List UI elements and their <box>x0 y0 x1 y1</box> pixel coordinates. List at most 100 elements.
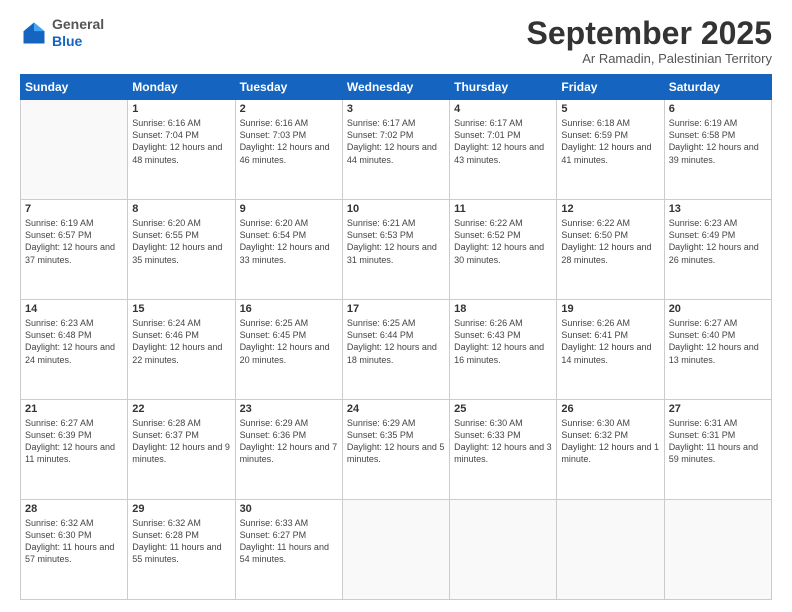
cell-info: Sunrise: 6:30 AM Sunset: 6:32 PM Dayligh… <box>561 417 659 466</box>
day-number: 17 <box>347 303 445 315</box>
table-row: 19 Sunrise: 6:26 AM Sunset: 6:41 PM Dayli… <box>557 300 664 400</box>
cell-info: Sunrise: 6:27 AM Sunset: 6:40 PM Dayligh… <box>669 317 767 366</box>
table-row: 13 Sunrise: 6:23 AM Sunset: 6:49 PM Dayli… <box>664 200 771 300</box>
table-row: 4 Sunrise: 6:17 AM Sunset: 7:01 PM Daylig… <box>450 100 557 200</box>
day-number: 20 <box>669 303 767 315</box>
cell-info: Sunrise: 6:25 AM Sunset: 6:45 PM Dayligh… <box>240 317 338 366</box>
logo-text: General Blue <box>52 16 104 50</box>
cell-info: Sunrise: 6:28 AM Sunset: 6:37 PM Dayligh… <box>132 417 230 466</box>
cell-info: Sunrise: 6:25 AM Sunset: 6:44 PM Dayligh… <box>347 317 445 366</box>
cell-info: Sunrise: 6:20 AM Sunset: 6:54 PM Dayligh… <box>240 217 338 266</box>
col-wednesday: Wednesday <box>342 75 449 100</box>
table-row: 18 Sunrise: 6:26 AM Sunset: 6:43 PM Dayli… <box>450 300 557 400</box>
day-number: 15 <box>132 303 230 315</box>
cell-info: Sunrise: 6:21 AM Sunset: 6:53 PM Dayligh… <box>347 217 445 266</box>
cell-info: Sunrise: 6:19 AM Sunset: 6:57 PM Dayligh… <box>25 217 123 266</box>
day-number: 4 <box>454 103 552 115</box>
table-row <box>450 500 557 600</box>
col-thursday: Thursday <box>450 75 557 100</box>
table-row: 28 Sunrise: 6:32 AM Sunset: 6:30 PM Dayli… <box>21 500 128 600</box>
col-friday: Friday <box>557 75 664 100</box>
day-number: 9 <box>240 203 338 215</box>
cell-info: Sunrise: 6:23 AM Sunset: 6:49 PM Dayligh… <box>669 217 767 266</box>
cell-info: Sunrise: 6:23 AM Sunset: 6:48 PM Dayligh… <box>25 317 123 366</box>
cell-info: Sunrise: 6:17 AM Sunset: 7:01 PM Dayligh… <box>454 117 552 166</box>
day-number: 19 <box>561 303 659 315</box>
table-row: 16Sunrise: 6:25 AM Sunset: 6:45 PM Dayli… <box>235 300 342 400</box>
cell-info: Sunrise: 6:33 AM Sunset: 6:27 PM Dayligh… <box>240 517 338 566</box>
cell-info: Sunrise: 6:32 AM Sunset: 6:30 PM Dayligh… <box>25 517 123 566</box>
day-number: 23 <box>240 403 338 415</box>
logo-icon <box>20 19 48 47</box>
location-subtitle: Ar Ramadin, Palestinian Territory <box>527 51 772 66</box>
header: General Blue September 2025 Ar Ramadin, … <box>20 16 772 66</box>
cell-info: Sunrise: 6:32 AM Sunset: 6:28 PM Dayligh… <box>132 517 230 566</box>
day-number: 18 <box>454 303 552 315</box>
day-number: 21 <box>25 403 123 415</box>
day-number: 3 <box>347 103 445 115</box>
day-number: 14 <box>25 303 123 315</box>
day-number: 30 <box>240 503 338 515</box>
table-row: 25 Sunrise: 6:30 AM Sunset: 6:33 PM Dayli… <box>450 400 557 500</box>
table-row: 29Sunrise: 6:32 AM Sunset: 6:28 PM Dayli… <box>128 500 235 600</box>
day-number: 24 <box>347 403 445 415</box>
cell-info: Sunrise: 6:30 AM Sunset: 6:33 PM Dayligh… <box>454 417 552 466</box>
table-row: 3 Sunrise: 6:17 AM Sunset: 7:02 PM Daylig… <box>342 100 449 200</box>
table-row: 1 Sunrise: 6:16 AM Sunset: 7:04 PM Daylig… <box>128 100 235 200</box>
table-row: 10 Sunrise: 6:21 AM Sunset: 6:53 PM Dayli… <box>342 200 449 300</box>
table-row: 9 Sunrise: 6:20 AM Sunset: 6:54 PM Daylig… <box>235 200 342 300</box>
col-sunday: Sunday <box>21 75 128 100</box>
day-number: 11 <box>454 203 552 215</box>
table-row: 30 Sunrise: 6:33 AM Sunset: 6:27 PM Dayli… <box>235 500 342 600</box>
calendar-week-row: 28 Sunrise: 6:32 AM Sunset: 6:30 PM Dayli… <box>21 500 772 600</box>
cell-info: Sunrise: 6:26 AM Sunset: 6:43 PM Dayligh… <box>454 317 552 366</box>
day-number: 10 <box>347 203 445 215</box>
cell-info: Sunrise: 6:22 AM Sunset: 6:52 PM Dayligh… <box>454 217 552 266</box>
day-number: 25 <box>454 403 552 415</box>
day-number: 27 <box>669 403 767 415</box>
table-row: 5Sunrise: 6:18 AM Sunset: 6:59 PM Daylig… <box>557 100 664 200</box>
title-block: September 2025 Ar Ramadin, Palestinian T… <box>527 16 772 66</box>
cell-info: Sunrise: 6:27 AM Sunset: 6:39 PM Dayligh… <box>25 417 123 466</box>
cell-info: Sunrise: 6:22 AM Sunset: 6:50 PM Dayligh… <box>561 217 659 266</box>
cell-info: Sunrise: 6:26 AM Sunset: 6:41 PM Dayligh… <box>561 317 659 366</box>
table-row: 12Sunrise: 6:22 AM Sunset: 6:50 PM Dayli… <box>557 200 664 300</box>
logo: General Blue <box>20 16 104 50</box>
table-row: 2Sunrise: 6:16 AM Sunset: 7:03 PM Daylig… <box>235 100 342 200</box>
day-number: 6 <box>669 103 767 115</box>
month-title: September 2025 <box>527 16 772 51</box>
cell-info: Sunrise: 6:20 AM Sunset: 6:55 PM Dayligh… <box>132 217 230 266</box>
day-number: 7 <box>25 203 123 215</box>
cell-info: Sunrise: 6:24 AM Sunset: 6:46 PM Dayligh… <box>132 317 230 366</box>
day-number: 22 <box>132 403 230 415</box>
day-number: 5 <box>561 103 659 115</box>
table-row <box>557 500 664 600</box>
table-row <box>21 100 128 200</box>
cell-info: Sunrise: 6:19 AM Sunset: 6:58 PM Dayligh… <box>669 117 767 166</box>
day-number: 13 <box>669 203 767 215</box>
table-row <box>342 500 449 600</box>
table-row: 17 Sunrise: 6:25 AM Sunset: 6:44 PM Dayli… <box>342 300 449 400</box>
table-row: 26 Sunrise: 6:30 AM Sunset: 6:32 PM Dayli… <box>557 400 664 500</box>
cell-info: Sunrise: 6:16 AM Sunset: 7:04 PM Dayligh… <box>132 117 230 166</box>
cell-info: Sunrise: 6:29 AM Sunset: 6:36 PM Dayligh… <box>240 417 338 466</box>
calendar-header-row: Sunday Monday Tuesday Wednesday Thursday… <box>21 75 772 100</box>
table-row: 15 Sunrise: 6:24 AM Sunset: 6:46 PM Dayli… <box>128 300 235 400</box>
day-number: 26 <box>561 403 659 415</box>
col-monday: Monday <box>128 75 235 100</box>
day-number: 1 <box>132 103 230 115</box>
cell-info: Sunrise: 6:29 AM Sunset: 6:35 PM Dayligh… <box>347 417 445 466</box>
calendar-week-row: 21 Sunrise: 6:27 AM Sunset: 6:39 PM Dayli… <box>21 400 772 500</box>
table-row: 14 Sunrise: 6:23 AM Sunset: 6:48 PM Dayli… <box>21 300 128 400</box>
table-row: 27 Sunrise: 6:31 AM Sunset: 6:31 PM Dayli… <box>664 400 771 500</box>
table-row: 7 Sunrise: 6:19 AM Sunset: 6:57 PM Daylig… <box>21 200 128 300</box>
day-number: 8 <box>132 203 230 215</box>
day-number: 28 <box>25 503 123 515</box>
col-tuesday: Tuesday <box>235 75 342 100</box>
cell-info: Sunrise: 6:17 AM Sunset: 7:02 PM Dayligh… <box>347 117 445 166</box>
cell-info: Sunrise: 6:31 AM Sunset: 6:31 PM Dayligh… <box>669 417 767 466</box>
col-saturday: Saturday <box>664 75 771 100</box>
cell-info: Sunrise: 6:16 AM Sunset: 7:03 PM Dayligh… <box>240 117 338 166</box>
table-row <box>664 500 771 600</box>
table-row: 24 Sunrise: 6:29 AM Sunset: 6:35 PM Dayli… <box>342 400 449 500</box>
